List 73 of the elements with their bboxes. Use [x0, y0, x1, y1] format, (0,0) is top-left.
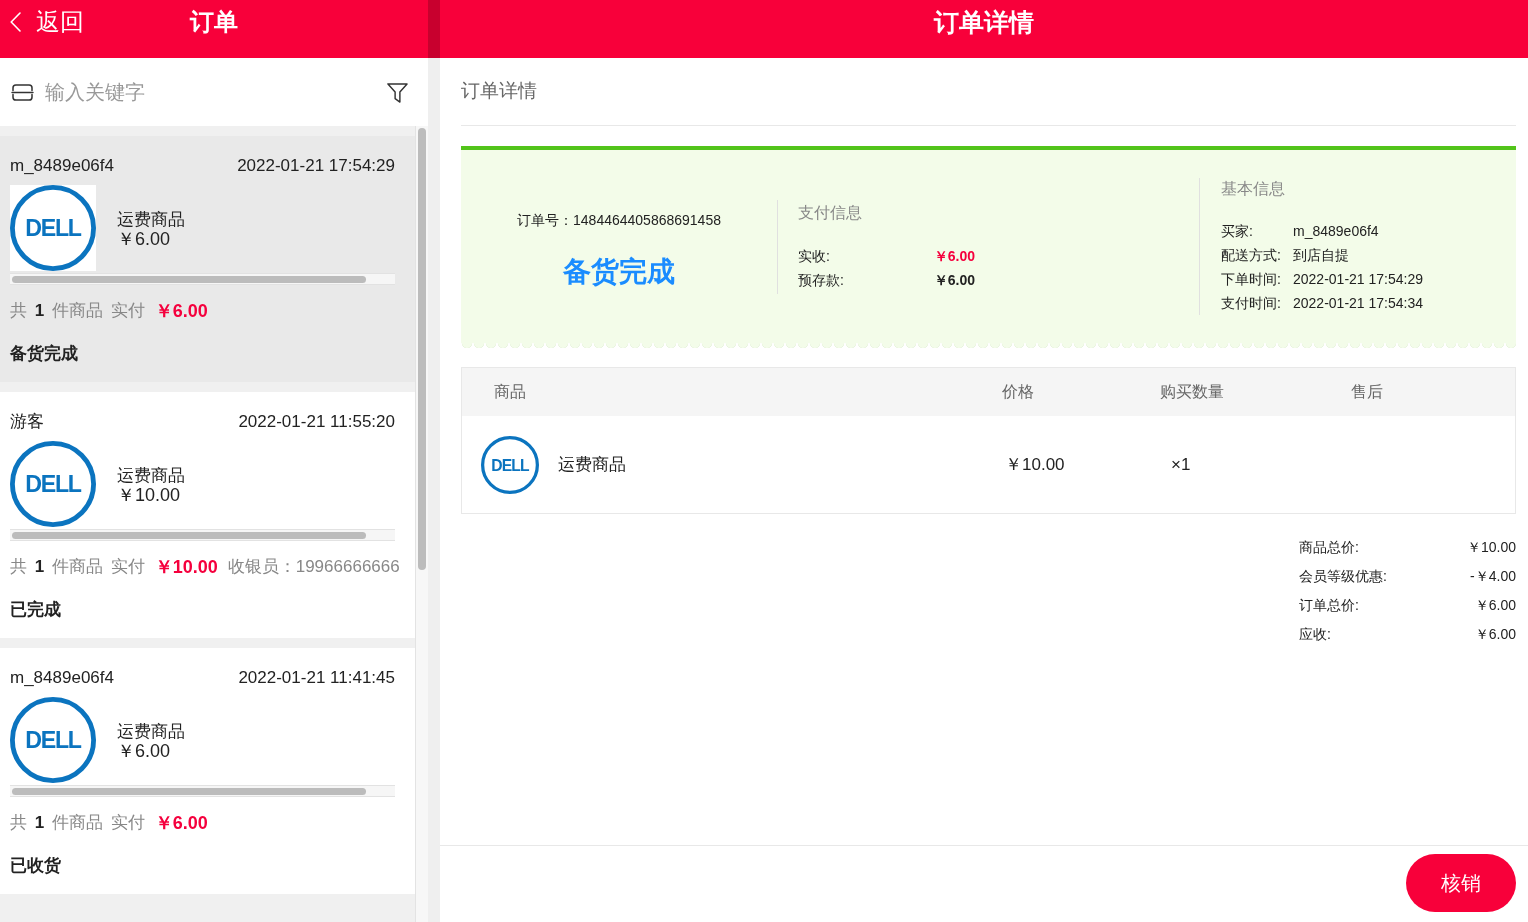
info-label: 配送方式: [1221, 246, 1282, 265]
total-value: ￥6.00 [1474, 596, 1516, 615]
header-title: 订单 [190, 7, 238, 37]
paid-amount: ￥6.00 [154, 299, 208, 323]
customer-name: 游客 [10, 412, 44, 432]
product-price: ￥6.00 [117, 228, 171, 250]
order-status: 已完成 [10, 599, 61, 621]
info-value: m_8489e06f4 [1293, 222, 1379, 241]
order-time: 2022-01-21 11:55:20 [238, 412, 395, 432]
paid-amount: ￥6.00 [154, 811, 208, 835]
customer-name: m_8489e06f4 [10, 668, 114, 688]
total-value: ￥10.00 [1466, 538, 1516, 557]
payment-label: 预存款: [798, 270, 844, 290]
payment-title: 支付信息 [798, 202, 862, 223]
verify-button[interactable]: 核销 [1406, 854, 1516, 912]
product-name: 运费商品 [558, 453, 626, 476]
order-status: 备货完成 [10, 343, 78, 365]
scrollbar-thumb[interactable] [12, 275, 366, 283]
order-card[interactable]: m_8489e06f4 2022-01-21 17:54:29 DELL 运费商品 ￥6.00 共 1 件商品 实付 ￥6.00 备货完成 [0, 136, 415, 382]
product-price: ￥10.00 [1005, 454, 1065, 474]
scrollbar-thumb[interactable] [12, 787, 366, 795]
order-card[interactable]: m_8489e06f4 2022-01-21 11:41:45 DELL 运费商品 ￥6.00 共 1 件商品 实付 ￥6.00 已收货 [0, 648, 415, 894]
product-name: 运费商品 [117, 464, 185, 485]
info-value: 2022-01-21 17:54:29 [1293, 270, 1423, 289]
info-label: 下单时间: [1221, 270, 1282, 289]
payment-value: ￥6.00 [933, 246, 975, 266]
paid-amount: ￥10.00 [154, 555, 218, 579]
order-summary: 共 1 件商品 实付 [10, 300, 145, 323]
info-value: 到店自提 [1293, 246, 1349, 265]
payment-label: 实收: [798, 246, 830, 266]
order-summary: 共 1 件商品 实付 [10, 556, 145, 579]
order-time: 2022-01-21 17:54:29 [237, 156, 395, 176]
info-value: 2022-01-21 17:54:34 [1293, 294, 1423, 313]
total-label: 应收: [1299, 625, 1331, 644]
column-header: 商品 [494, 383, 526, 400]
chevron-left-icon [10, 12, 21, 32]
product-price: ￥6.00 [117, 740, 171, 762]
back-button[interactable]: 返回 [0, 6, 84, 38]
cashier-info: 收银员：19966666666 [227, 556, 400, 579]
search-field[interactable]: 输入关键字 [45, 76, 387, 108]
total-label: 商品总价: [1299, 538, 1359, 557]
column-header: 价格 [1002, 383, 1034, 400]
info-label: 买家: [1221, 222, 1254, 241]
scrollbar-thumb[interactable] [12, 531, 366, 539]
info-label: 支付时间: [1221, 294, 1282, 313]
customer-name: m_8489e06f4 [10, 156, 114, 176]
order-time: 2022-01-21 11:41:45 [238, 668, 395, 688]
product-name: 运费商品 [117, 720, 185, 741]
total-label: 订单总价: [1299, 596, 1359, 615]
order-number: 订单号：1484464405868691458 [517, 210, 721, 230]
section-title: 订单详情 [461, 79, 537, 104]
scan-icon[interactable] [11, 82, 34, 102]
header-title: 订单详情 [934, 7, 1034, 38]
payment-value: ￥6.00 [933, 270, 975, 290]
filter-icon[interactable] [387, 81, 408, 103]
total-label: 会员等级优惠: [1299, 567, 1387, 586]
product-price: ￥10.00 [117, 484, 181, 506]
scrollbar-thumb[interactable] [418, 128, 426, 570]
product-name: 运费商品 [117, 208, 185, 229]
column-header: 购买数量 [1160, 383, 1224, 400]
status-label: 备货完成 [563, 254, 675, 289]
order-card[interactable]: 游客 2022-01-21 11:55:20 DELL 运费商品 ￥10.00 共 1 件商品 实付 ￥10.00 收银员：19966666666 已完成 [0, 392, 415, 638]
product-logo: DELL [481, 435, 539, 494]
product-logo: DELL [10, 697, 96, 783]
basic-info-title: 基本信息 [1221, 179, 1285, 199]
total-value: ￥6.00 [1474, 625, 1516, 644]
product-logo: DELL [10, 185, 96, 271]
order-status: 已收货 [10, 855, 61, 877]
column-header: 售后 [1351, 383, 1383, 400]
product-quantity: ×1 [1171, 454, 1191, 474]
order-summary: 共 1 件商品 实付 [10, 812, 145, 835]
product-logo: DELL [10, 441, 96, 527]
total-value: -￥4.00 [1470, 567, 1516, 586]
